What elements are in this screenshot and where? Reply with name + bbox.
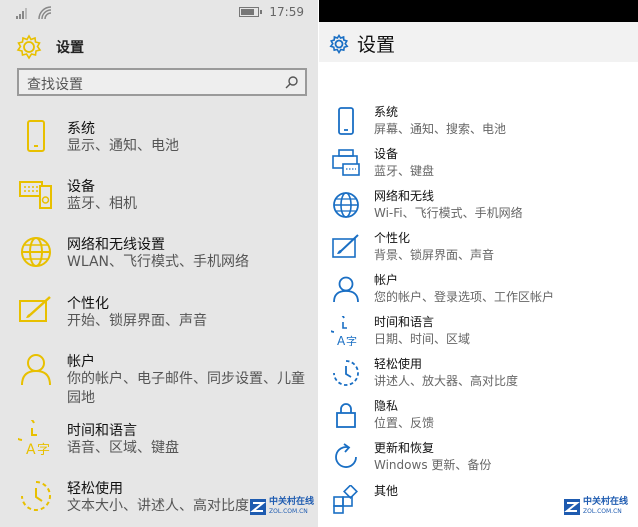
settings-item-network[interactable]: 网络和无线设置 WLAN、飞行模式、手机网络 — [0, 234, 318, 294]
item-name: 轻松使用 — [374, 357, 423, 371]
item-name: 网络和无线 — [374, 189, 435, 203]
item-desc: 你的帐户、电子邮件、同步设置、儿童园地 — [67, 371, 305, 406]
person-icon — [333, 276, 359, 303]
ease-of-access-icon — [21, 481, 51, 511]
ease-of-access-icon — [333, 360, 359, 386]
settings-header: 设置 — [16, 34, 84, 60]
right-settings-panel: 设置 系统 屏幕、通知、搜索、电池 设备 蓝牙、键盘 网络和无线 Wi-Fi、飞… — [319, 0, 638, 527]
item-name: 更新和恢复 — [374, 441, 435, 455]
settings-item-personalization[interactable]: 个性化 背景、锁屏界面、声音 — [319, 229, 638, 271]
svg-text:字: 字 — [37, 443, 50, 456]
watermark-logo: 中关村在线 ZOL.COM.CN — [250, 497, 314, 517]
item-desc: Windows 更新、备份 — [374, 458, 492, 472]
item-name: 轻松使用 — [67, 481, 123, 497]
settings-item-network[interactable]: 网络和无线 Wi-Fi、飞行模式、手机网络 — [319, 187, 638, 229]
gear-icon — [16, 34, 42, 60]
item-name: 设备 — [374, 147, 399, 161]
watermark-cn: 中关村在线 — [583, 497, 629, 507]
item-name: 隐私 — [374, 399, 399, 413]
left-settings-panel: 17:59 设置 查找设置 系统 显示、通知、电池 设备 蓝牙、相机 网络和无线… — [0, 0, 318, 527]
settings-item-system[interactable]: 系统 显示、通知、电池 — [0, 118, 318, 178]
search-placeholder: 查找设置 — [27, 77, 83, 93]
item-desc: Wi-Fi、飞行模式、手机网络 — [374, 206, 523, 220]
svg-text:A: A — [26, 442, 36, 456]
settings-item-time-language[interactable]: A 字 时间和语言 日期、时间、区域 — [319, 313, 638, 355]
globe-icon — [333, 192, 359, 218]
item-name: 系统 — [67, 121, 95, 137]
watermark-en: ZOL.COM.CN — [583, 508, 622, 515]
item-name: 时间和语言 — [67, 423, 137, 439]
item-name: 设备 — [67, 179, 95, 195]
item-name: 个性化 — [374, 231, 411, 245]
wifi-icon — [38, 6, 52, 20]
settings-item-privacy[interactable]: 隐私 位置、反馈 — [319, 397, 638, 439]
settings-item-time-language[interactable]: A 字 时间和语言 语音、区域、键盘 — [0, 420, 318, 480]
settings-item-ease-of-access[interactable]: 轻松使用 讲述人、放大器、高对比度 — [319, 355, 638, 397]
item-name: 时间和语言 — [374, 315, 435, 329]
item-desc: 讲述人、放大器、高对比度 — [374, 374, 519, 388]
item-desc: 位置、反馈 — [374, 416, 435, 430]
phone-icon — [338, 107, 354, 135]
item-desc: 屏幕、通知、搜索、电池 — [374, 122, 507, 136]
item-desc: WLAN、飞行模式、手机网络 — [67, 254, 250, 270]
item-desc: 开始、锁屏界面、声音 — [67, 313, 207, 329]
time-language-icon: A 字 — [331, 316, 357, 346]
item-desc: 您的帐户、登录选项、工作区帐户 — [374, 290, 555, 304]
item-name: 其他 — [374, 484, 399, 498]
page-title: 设置 — [357, 34, 396, 56]
globe-icon — [21, 237, 51, 267]
settings-item-accounts[interactable]: 帐户 您的帐户、登录选项、工作区帐户 — [319, 271, 638, 313]
apps-icon — [333, 485, 358, 514]
settings-item-system[interactable]: 系统 屏幕、通知、搜索、电池 — [319, 103, 638, 145]
settings-item-devices[interactable]: 设备 蓝牙、相机 — [0, 176, 318, 236]
item-desc: 背景、锁屏界面、声音 — [374, 248, 495, 262]
item-name: 系统 — [374, 105, 399, 119]
signal-icon — [16, 8, 27, 19]
paintbrush-icon — [332, 234, 359, 258]
devices-icon — [19, 181, 52, 209]
settings-item-update-recovery[interactable]: 更新和恢复 Windows 更新、备份 — [319, 439, 638, 481]
top-bar — [319, 0, 638, 22]
lock-icon — [336, 403, 356, 428]
watermark-logo: 中关村在线 ZOL.COM.CN — [564, 497, 628, 517]
item-desc: 蓝牙、相机 — [67, 196, 137, 212]
time-language-icon: A 字 — [18, 420, 50, 456]
gear-icon — [329, 33, 349, 54]
search-icon[interactable] — [285, 75, 299, 89]
item-name: 网络和无线设置 — [67, 237, 165, 253]
item-desc: 蓝牙、键盘 — [374, 164, 435, 178]
svg-text:A: A — [337, 334, 346, 346]
item-desc: 日期、时间、区域 — [374, 332, 471, 346]
zol-logo-icon — [564, 499, 580, 515]
settings-item-devices[interactable]: 设备 蓝牙、键盘 — [319, 145, 638, 187]
search-input[interactable]: 查找设置 — [17, 68, 307, 96]
printer-keyboard-icon — [332, 149, 360, 176]
settings-item-accounts[interactable]: 帐户 你的帐户、电子邮件、同步设置、儿童园地 — [0, 351, 318, 411]
svg-text:字: 字 — [346, 334, 357, 346]
status-bar: 17:59 — [0, 0, 318, 26]
item-name: 个性化 — [67, 296, 109, 312]
settings-header: 设置 — [329, 30, 395, 57]
phone-icon — [27, 120, 45, 152]
settings-item-personalization[interactable]: 个性化 开始、锁屏界面、声音 — [0, 293, 318, 353]
watermark-cn: 中关村在线 — [269, 497, 315, 507]
battery-icon — [239, 7, 263, 17]
page-title: 设置 — [56, 40, 84, 56]
zol-logo-icon — [250, 499, 266, 515]
status-time: 17:59 — [269, 5, 304, 19]
item-desc: 显示、通知、电池 — [67, 138, 179, 154]
watermark-en: ZOL.COM.CN — [269, 508, 308, 515]
item-desc: 语音、区域、键盘 — [67, 440, 179, 456]
person-icon — [21, 354, 51, 386]
refresh-icon — [335, 443, 357, 468]
item-name: 帐户 — [374, 273, 399, 287]
item-name: 帐户 — [67, 354, 95, 370]
paintbrush-icon — [19, 296, 51, 322]
